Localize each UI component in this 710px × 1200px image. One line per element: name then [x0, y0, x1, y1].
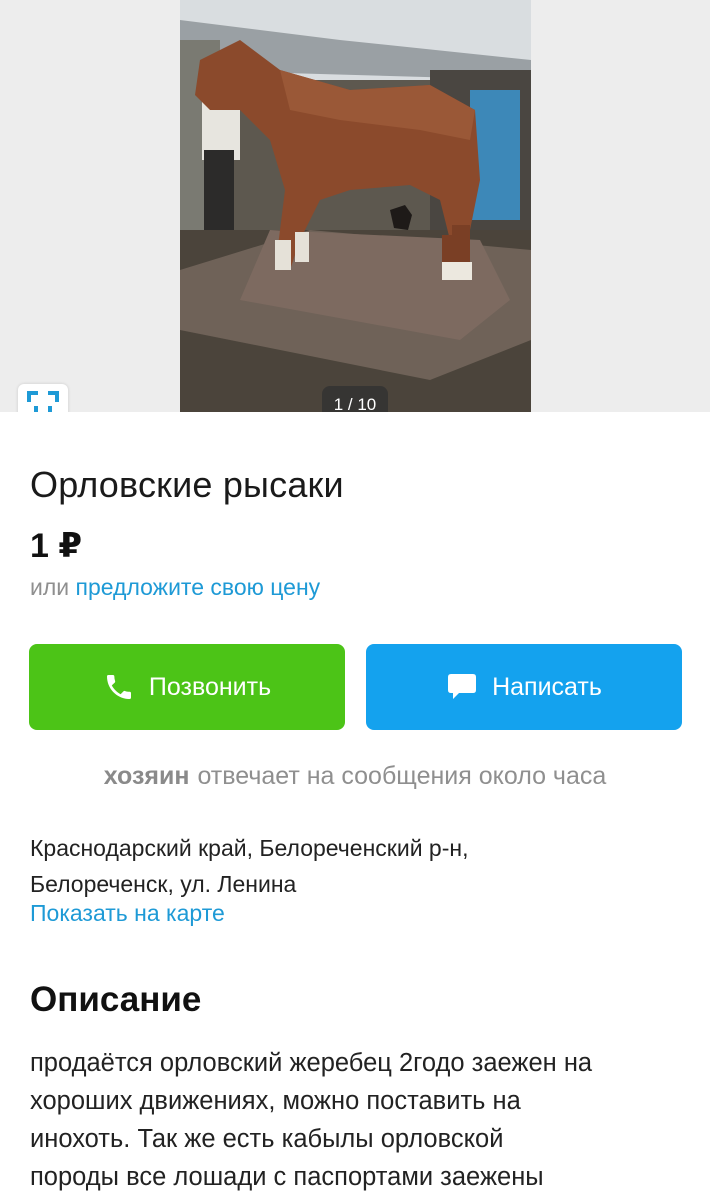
response-time-text: отвечает на сообщения около часа — [197, 762, 607, 790]
listing-title: Орловские рысаки — [30, 464, 344, 505]
write-button[interactable]: Написать — [366, 644, 682, 730]
listing-photo[interactable] — [180, 0, 531, 412]
seller-name[interactable]: хозяин — [104, 762, 190, 790]
price-offer: или предложите свою цену — [30, 574, 320, 601]
photo-counter: 1 / 10 — [322, 386, 388, 412]
call-button-label: Позвонить — [148, 672, 272, 701]
description-line: продаётся орловский жеребец 2годо заежен… — [30, 1049, 593, 1077]
address-line-2: Белореченск, ул. Ленина — [30, 871, 297, 897]
fullscreen-button[interactable] — [18, 384, 68, 412]
write-button-label: Написать — [492, 672, 602, 701]
horse-photo-illustration — [180, 0, 531, 412]
description-text: продаётся орловский жеребец 2годо заежен… — [30, 1044, 690, 1196]
chat-bubble-icon — [446, 672, 478, 702]
fullscreen-icon — [27, 391, 59, 412]
offer-price-link[interactable]: предложите свою цену — [76, 574, 321, 600]
show-on-map-link[interactable]: Показать на карте — [30, 900, 225, 927]
listing-details: Орловские рысаки 1 ₽ или предложите свою… — [0, 412, 710, 1200]
offer-prefix: или — [30, 574, 70, 600]
description-line: инохоть. Так же есть кабылы орловской — [30, 1125, 504, 1153]
description-line: хороших движениях, можно поставить на — [30, 1087, 521, 1115]
description-line: породы все лошади с паспортами заежены — [30, 1163, 544, 1191]
listing-price: 1 ₽ — [30, 527, 83, 565]
call-button[interactable]: Позвонить — [29, 644, 345, 730]
phone-icon — [103, 671, 135, 703]
listing-address: Краснодарский край, Белореченский р-н, Б… — [30, 830, 468, 902]
seller-response-info: хозяин отвечает на сообщения около часа — [0, 762, 710, 791]
photo-gallery[interactable]: 1 / 10 — [0, 0, 710, 412]
address-line-1: Краснодарский край, Белореченский р-н, — [30, 835, 469, 861]
description-heading: Описание — [30, 980, 202, 1019]
